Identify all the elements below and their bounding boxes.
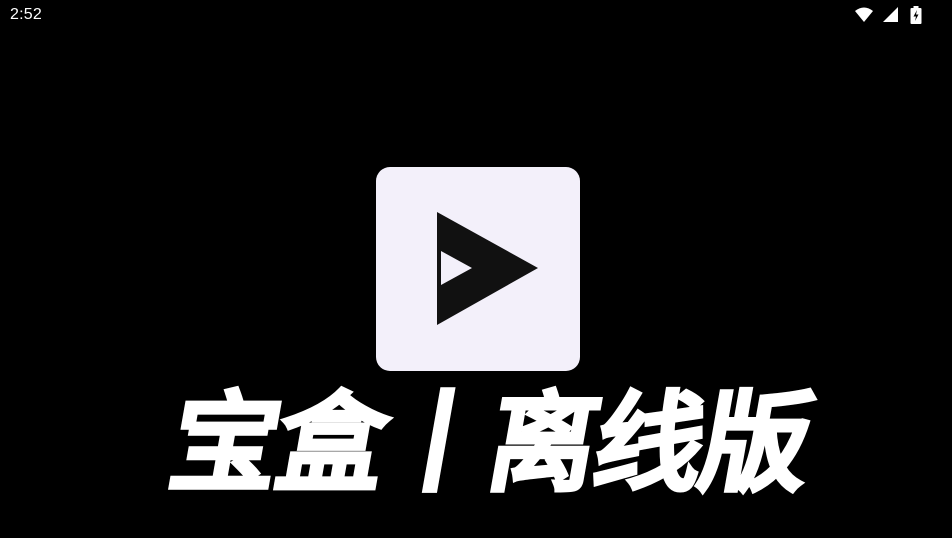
splash-screen: 2:52 宝盒丨离线版: [0, 0, 952, 538]
play-logo-icon: [376, 167, 580, 371]
status-time: 2:52: [10, 6, 42, 23]
splash-title: 宝盒丨离线版: [160, 381, 821, 509]
app-icon: [376, 167, 580, 371]
battery-charging-icon: [910, 6, 922, 24]
cellular-signal-icon: [883, 7, 898, 22]
wifi-icon: [855, 7, 873, 22]
status-bar: 2:52: [0, 0, 952, 32]
